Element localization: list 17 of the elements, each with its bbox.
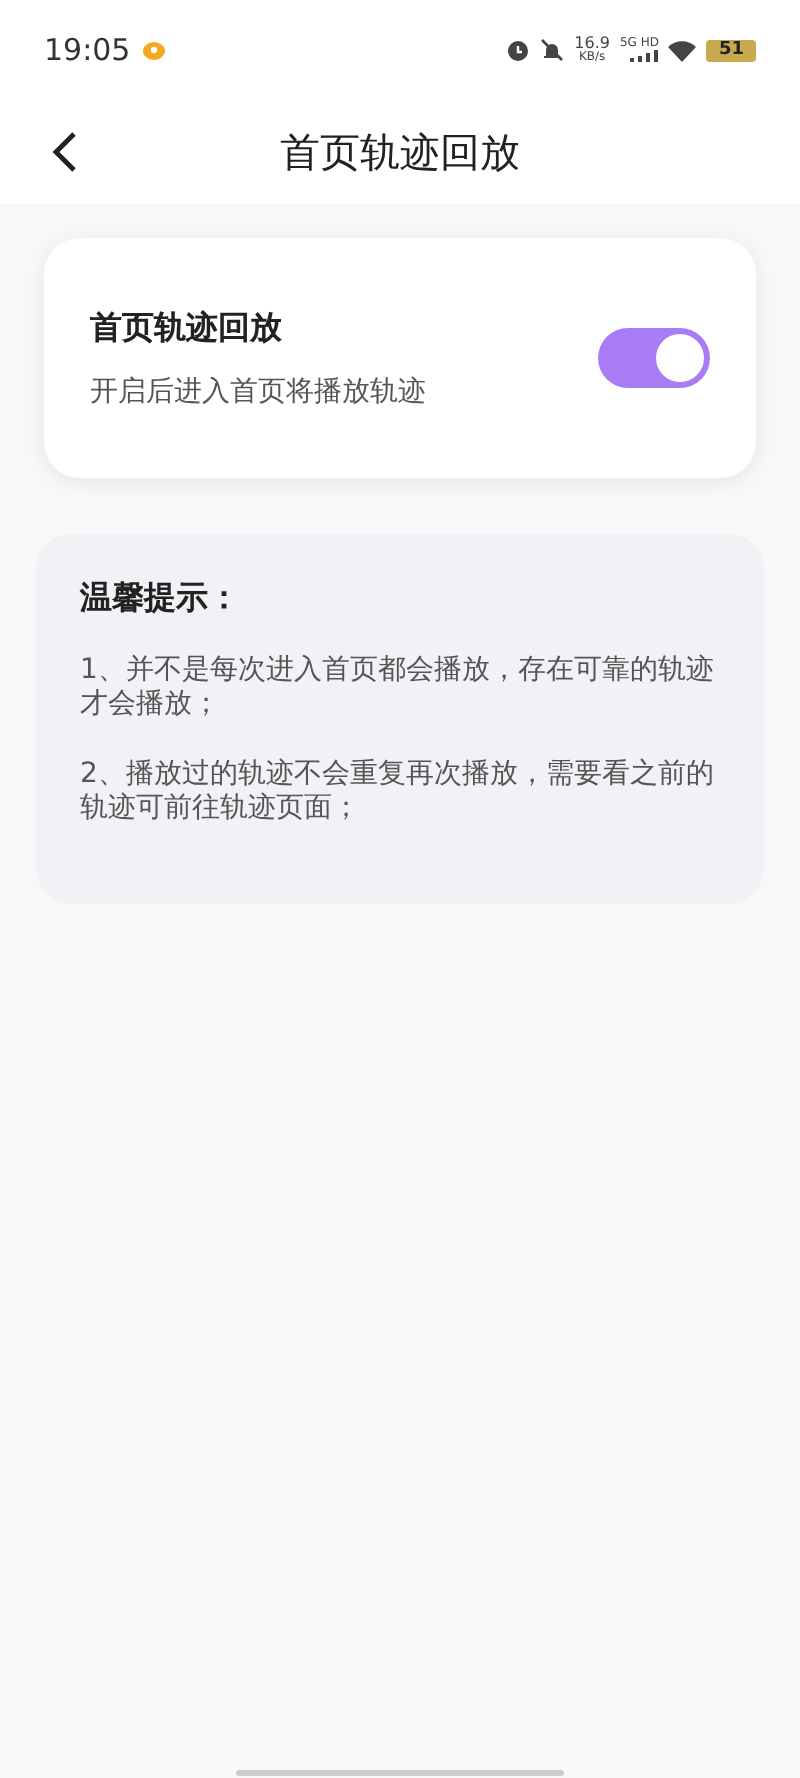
tip-text: 2、播放过的轨迹不会重复再次播放，需要看之前的轨迹可前往轨迹页面； xyxy=(80,758,716,826)
notification-icon xyxy=(142,40,167,60)
battery-indicator: 51 xyxy=(706,39,756,61)
wifi-icon xyxy=(668,39,697,61)
toggle-thumb xyxy=(656,334,704,382)
network-speed: 16.9 xyxy=(574,36,610,52)
tips-title: 温馨提示： xyxy=(80,576,242,620)
back-icon xyxy=(50,130,78,174)
alarm-icon xyxy=(506,38,531,62)
setting-title: 首页轨迹回放 xyxy=(90,305,284,349)
signal-icon xyxy=(630,50,659,62)
setting-description: 开启后进入首页将播放轨迹 xyxy=(90,373,426,411)
toggle-switch[interactable] xyxy=(598,328,710,388)
muted-bell-icon xyxy=(540,38,565,62)
tip-text: 1、并不是每次进入首页都会播放，存在可靠的轨迹才会播放； xyxy=(80,654,716,722)
status-time: 19:05 xyxy=(44,29,131,72)
page-title: 首页轨迹回放 xyxy=(280,126,520,180)
